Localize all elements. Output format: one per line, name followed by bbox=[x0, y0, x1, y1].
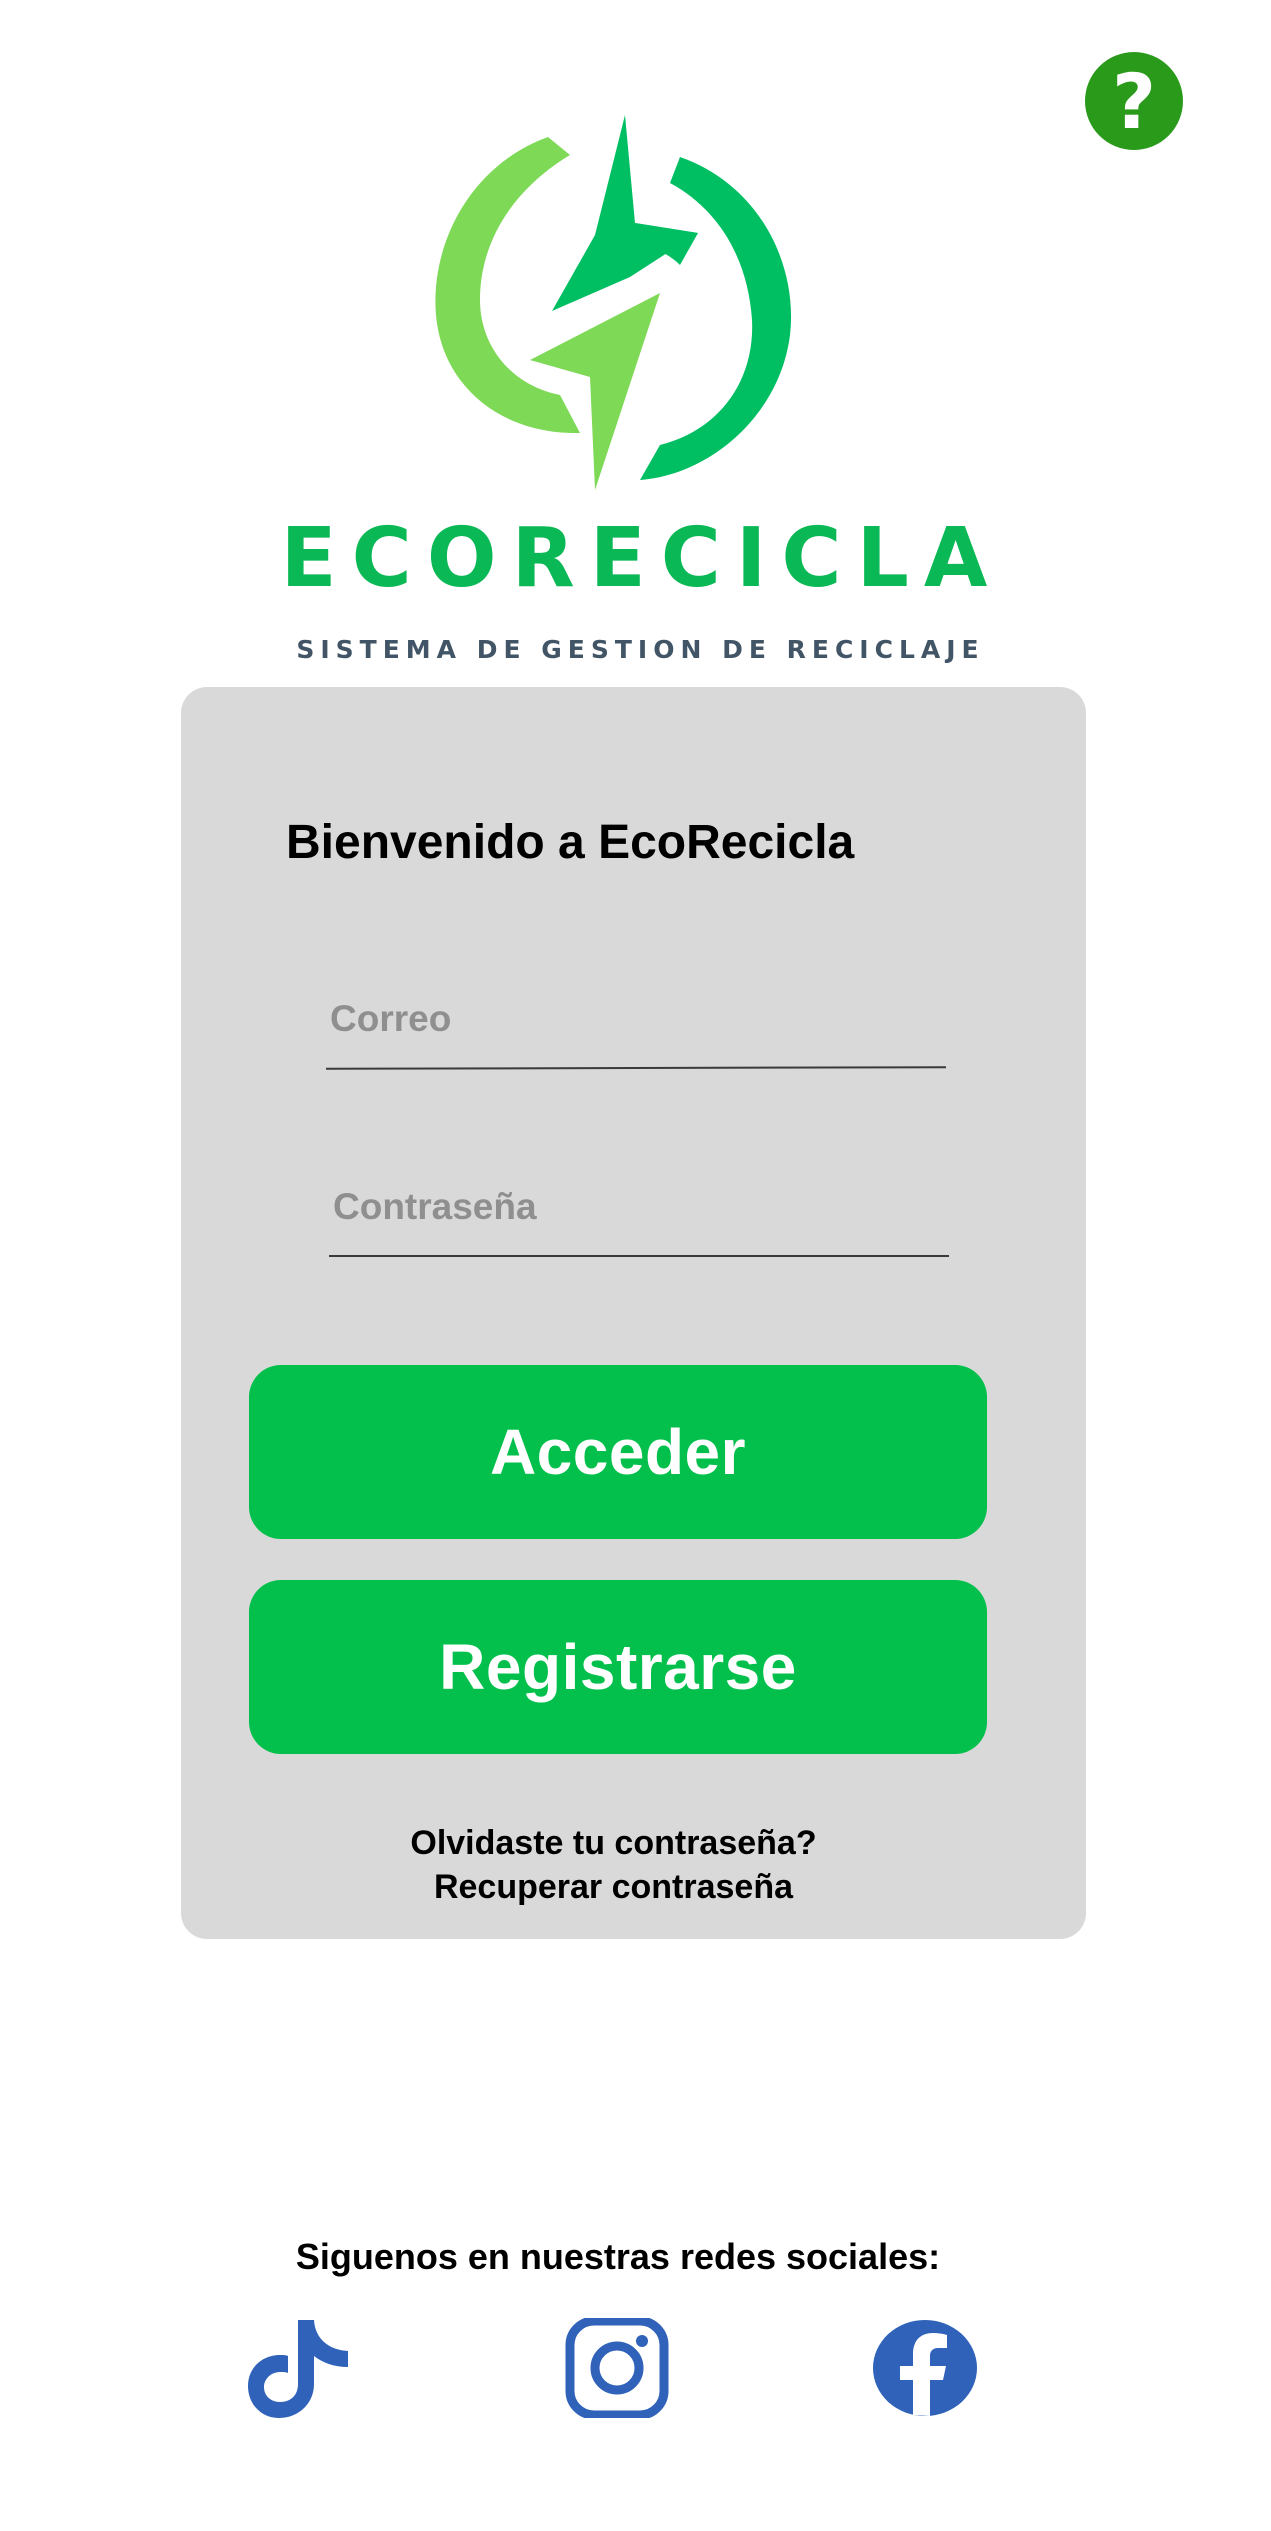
recover-password-link[interactable]: Recuperar contraseña bbox=[181, 1865, 1046, 1909]
instagram-icon[interactable] bbox=[562, 2318, 672, 2418]
forgot-password-text: Olvidaste tu contraseña? bbox=[410, 1824, 817, 1862]
email-field-group bbox=[325, 987, 947, 1070]
access-button[interactable]: Acceder bbox=[249, 1365, 987, 1539]
tiktok-icon[interactable] bbox=[248, 2318, 358, 2418]
password-underline bbox=[329, 1255, 949, 1257]
email-field[interactable] bbox=[326, 987, 946, 1051]
welcome-title: Bienvenido a EcoRecicla bbox=[286, 816, 855, 869]
email-underline bbox=[325, 1066, 947, 1070]
question-mark-icon: ? bbox=[1111, 56, 1157, 146]
social-heading: Siguenos en nuestras redes sociales: bbox=[295, 2236, 941, 2277]
password-field-group bbox=[329, 1175, 949, 1257]
register-button[interactable]: Registrarse bbox=[249, 1580, 987, 1754]
help-button[interactable]: ? bbox=[1085, 52, 1183, 150]
facebook-icon[interactable] bbox=[870, 2318, 980, 2418]
password-field[interactable] bbox=[329, 1175, 949, 1239]
eco-recycle-logo-icon bbox=[435, 115, 792, 490]
login-card: Bienvenido a EcoRecicla Acceder Registra… bbox=[181, 687, 1086, 1939]
brand-tagline: SISTEMA DE GESTION DE RECICLAJE bbox=[296, 635, 985, 664]
forgot-password-block: Olvidaste tu contraseña? Recuperar contr… bbox=[181, 1821, 1046, 1909]
brand-name: ECORECICLA bbox=[280, 511, 1003, 606]
